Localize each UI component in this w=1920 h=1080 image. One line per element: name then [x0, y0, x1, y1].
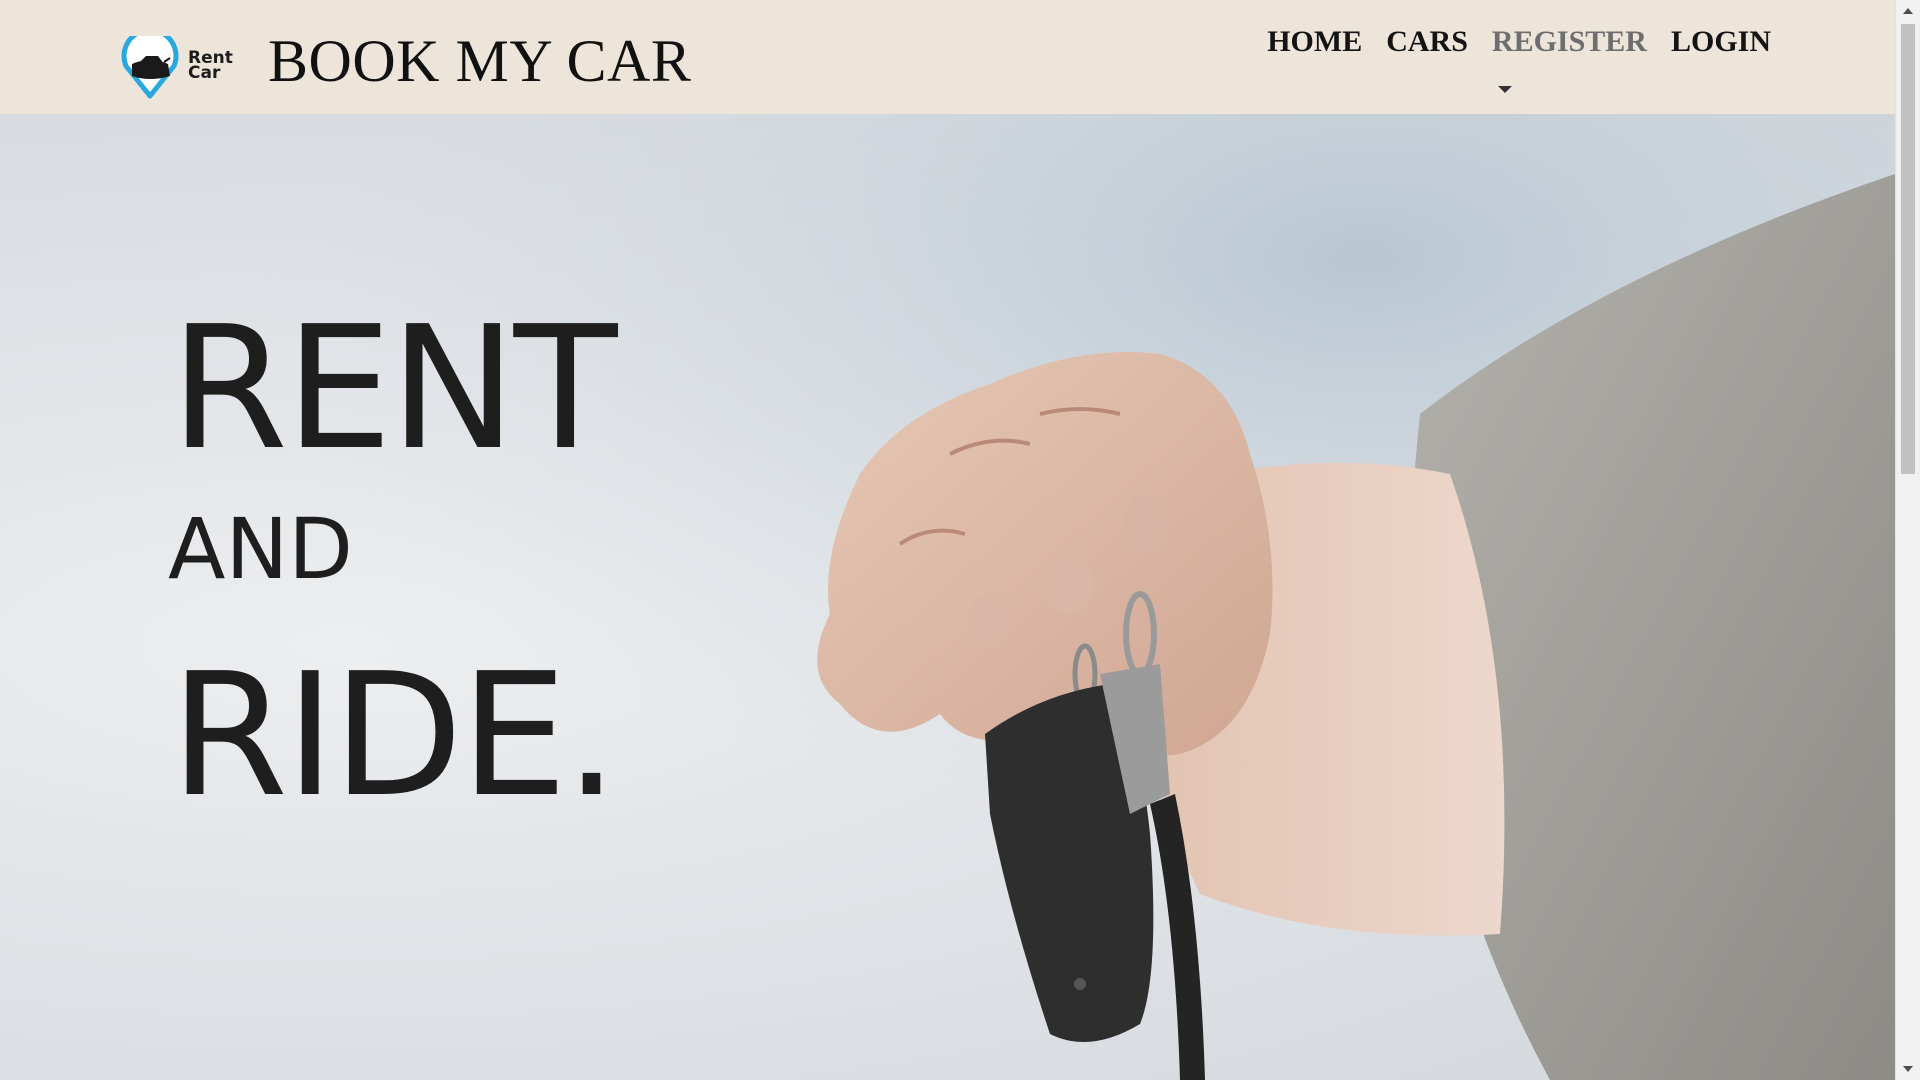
nav-register-label: REGISTER — [1491, 25, 1647, 58]
logo-text: Rent Car — [188, 50, 233, 83]
rent-car-logo[interactable]: Rent Car — [118, 36, 242, 100]
nav-home[interactable]: HOME — [1267, 22, 1362, 62]
nav-cars[interactable]: CARS — [1386, 22, 1468, 62]
nav-login[interactable]: LOGIN — [1671, 22, 1771, 62]
car-pin-icon — [121, 36, 179, 99]
logo-text-car: Car — [188, 63, 221, 83]
vertical-scrollbar[interactable] — [1895, 0, 1920, 1080]
hero-headline-ride: RIDE. — [170, 637, 619, 835]
hero-headline-rent: RENT — [170, 290, 618, 488]
site-title[interactable]: BOOK MY CAR — [268, 26, 691, 96]
scroll-up-arrow-icon[interactable] — [1903, 8, 1913, 14]
hero-section: RENT AND RIDE. — [0, 114, 1895, 1080]
nav-register[interactable]: REGISTER — [1491, 22, 1647, 93]
scroll-down-arrow-icon[interactable] — [1903, 1066, 1913, 1072]
navbar: Rent Car BOOK MY CAR HOME CARS REGISTER … — [0, 0, 1895, 114]
caret-down-icon[interactable] — [1497, 86, 1512, 93]
scrollbar-thumb[interactable] — [1901, 24, 1915, 474]
main-nav: HOME CARS REGISTER LOGIN — [1267, 22, 1771, 93]
hero-headline-and: AND — [168, 500, 353, 598]
page: Rent Car BOOK MY CAR HOME CARS REGISTER … — [0, 0, 1920, 1080]
